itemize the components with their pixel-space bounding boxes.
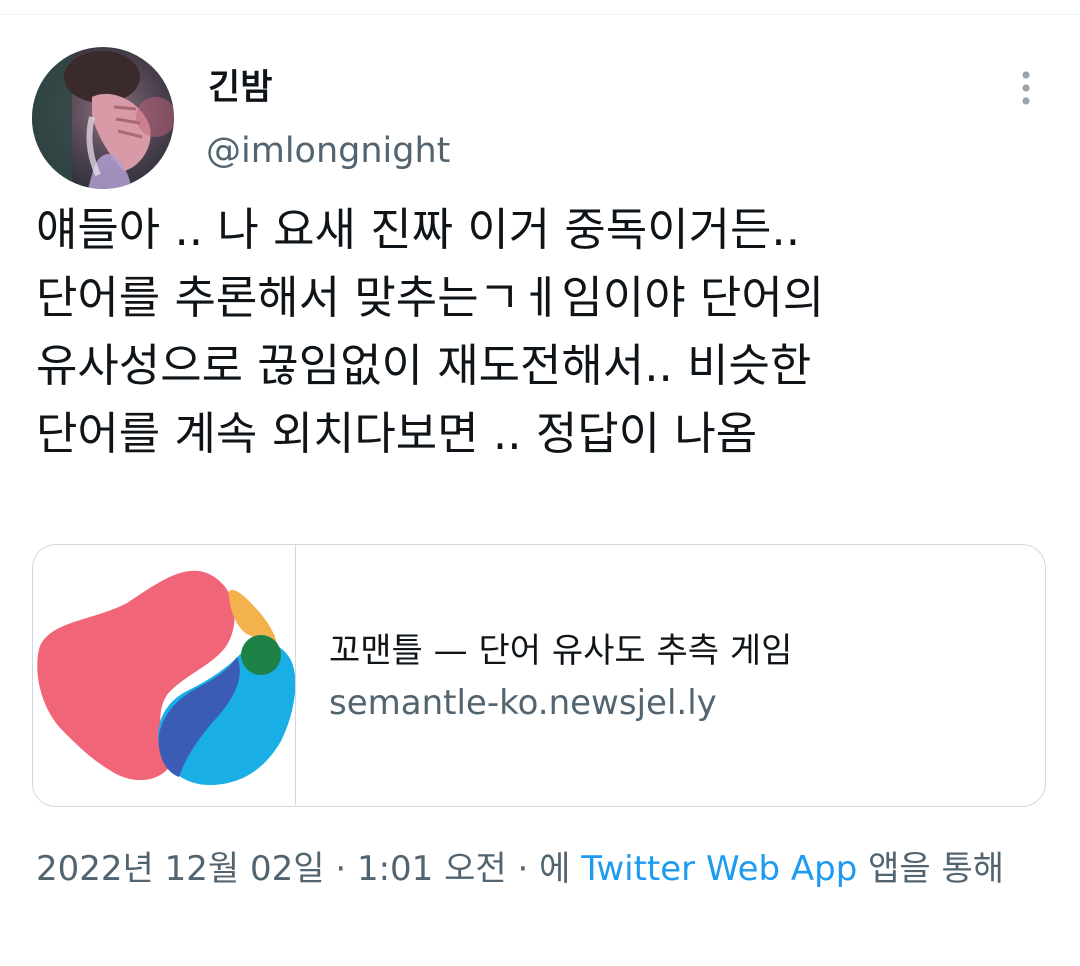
avatar[interactable] <box>32 47 174 189</box>
source-link[interactable]: Twitter Web App <box>581 849 857 889</box>
top-divider <box>0 14 1080 15</box>
author-handle[interactable]: @imlongnight <box>206 128 450 174</box>
via-prefix: 에 <box>539 849 582 889</box>
via-suffix: 앱을 통해 <box>857 849 1005 889</box>
meta-separator: · <box>506 849 540 889</box>
tweet-time[interactable]: 1:01 오전 <box>357 849 507 889</box>
semantle-logo <box>37 570 295 785</box>
card-thumbnail <box>33 545 296 805</box>
tweet-line: 단어를 추론해서 맞추는ㄱㅔ임이야 단어의 <box>36 271 825 324</box>
vertical-ellipsis-icon <box>1022 71 1030 105</box>
tweet-text: 얘들아 .. 나 요새 진짜 이거 중독이거든.. 단어를 추론해서 맞추는ㄱㅔ… <box>36 196 1066 468</box>
tweet-date[interactable]: 2022년 12월 02일 <box>36 849 325 889</box>
tweet-line: 단어를 계속 외치다보면 .. 정답이 나옴 <box>36 407 758 460</box>
card-title[interactable]: 꼬맨틀 — 단어 유사도 추측 게임 <box>329 629 792 673</box>
more-options-button[interactable] <box>1008 66 1044 114</box>
tweet-line: 얘들아 .. 나 요새 진짜 이거 중독이거든.. <box>36 203 801 256</box>
meta-separator: · <box>324 849 357 889</box>
card-domain: semantle-ko.newsjel.ly <box>329 683 717 723</box>
link-preview-card[interactable]: 꼬맨틀 — 단어 유사도 추측 게임 semantle-ko.newsjel.l… <box>32 544 1046 807</box>
avatar-image <box>32 47 174 189</box>
tweet-line: 유사성으로 끊임없이 재도전해서.. 비슷한 <box>36 339 812 392</box>
author-display-name[interactable]: 긴밤 <box>208 64 272 112</box>
tweet-meta: 2022년 12월 02일 · 1:01 오전 · 에 Twitter Web … <box>36 842 1056 896</box>
